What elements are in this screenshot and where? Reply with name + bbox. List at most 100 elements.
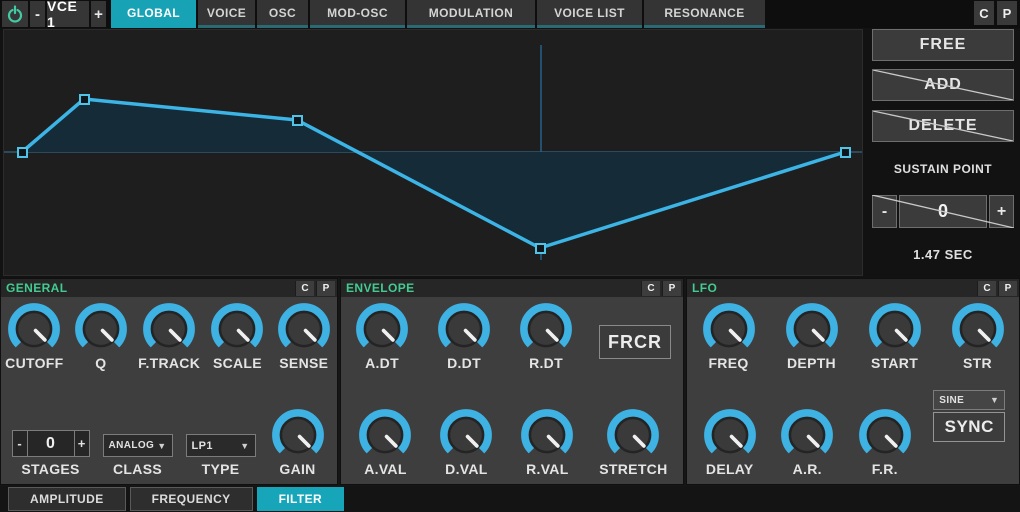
general-controls-row: - 0 + STAGES ANALOG ▼ CLASS LP1 ▼ TYPE — [1, 391, 337, 486]
copy-button[interactable]: C — [977, 281, 996, 296]
frcr-button[interactable]: FRCR — [599, 325, 671, 359]
knob-dial[interactable] — [518, 408, 576, 460]
stages-increment-button[interactable]: + — [74, 430, 90, 457]
envelope-title: ENVELOPE — [346, 281, 415, 295]
copy-button[interactable]: C — [974, 1, 994, 25]
free-button-label: FREE — [920, 36, 967, 54]
scale-knob[interactable]: SCALE — [208, 302, 266, 371]
tab-amplitude[interactable]: AMPLITUDE — [8, 487, 126, 511]
knob-dial[interactable] — [5, 302, 63, 354]
knob-dial[interactable] — [778, 408, 836, 460]
class-dropdown[interactable]: ANALOG ▼ — [103, 434, 173, 457]
delete-point-button[interactable]: DELETE — [872, 110, 1014, 142]
type-dropdown[interactable]: LP1 ▼ — [186, 434, 256, 457]
voice-increment-button[interactable]: + — [91, 1, 106, 27]
r-val-knob[interactable]: R.VAL — [518, 408, 576, 477]
knob-dial[interactable] — [275, 302, 333, 354]
a-val-knob[interactable]: A.VAL — [356, 408, 414, 477]
paste-button[interactable]: P — [316, 281, 335, 296]
sustain-decrement-button[interactable]: - — [872, 195, 897, 228]
free-button[interactable]: FREE — [872, 29, 1014, 61]
tab-resonance[interactable]: RESONANCE — [644, 0, 765, 28]
voice-label: VCE 1 — [47, 1, 89, 27]
a-dt-knob[interactable]: A.DT — [353, 302, 411, 371]
cutoff-knob[interactable]: CUTOFF — [5, 302, 63, 371]
copy-button[interactable]: C — [295, 281, 314, 296]
knob-dial[interactable] — [701, 408, 759, 460]
start-knob[interactable]: START — [866, 302, 924, 371]
add-point-button[interactable]: ADD — [872, 69, 1014, 101]
knob-dial[interactable] — [208, 302, 266, 354]
str-knob[interactable]: STR — [949, 302, 1007, 371]
envelope-editor-region: FREE ADD DELETE SUSTAIN POINT - 0 + 1.47… — [0, 28, 1020, 278]
class-label: CLASS — [113, 461, 162, 477]
gain-knob[interactable]: GAIN — [269, 408, 327, 477]
f-track-knob[interactable]: F.TRACK — [138, 302, 200, 371]
general-copy-paste-group: C P — [295, 281, 337, 296]
voice-decrement-button[interactable]: - — [30, 1, 45, 27]
envelope-point-handle[interactable] — [18, 148, 27, 157]
knob-dial[interactable] — [604, 408, 662, 460]
delay-knob[interactable]: DELAY — [701, 408, 759, 477]
sustain-increment-button[interactable]: + — [989, 195, 1014, 228]
knob-label: START — [871, 355, 918, 371]
top-bar: - VCE 1 + GLOBAL VOICE OSC MOD-OSC MODUL… — [0, 0, 1020, 28]
knob-dial[interactable] — [949, 302, 1007, 354]
d-dt-knob[interactable]: D.DT — [435, 302, 493, 371]
knob-dial[interactable] — [866, 302, 924, 354]
d-val-knob[interactable]: D.VAL — [437, 408, 495, 477]
tab-filter[interactable]: FILTER — [257, 487, 345, 511]
tab-voice-list[interactable]: VOICE LIST — [537, 0, 642, 28]
knob-dial[interactable] — [356, 408, 414, 460]
knob-dial[interactable] — [517, 302, 575, 354]
envelope-graph[interactable] — [3, 29, 863, 276]
knob-dial[interactable] — [856, 408, 914, 460]
envelope-point-handle[interactable] — [841, 148, 850, 157]
knob-dial[interactable] — [435, 302, 493, 354]
freq-knob[interactable]: FREQ — [700, 302, 758, 371]
sync-button[interactable]: SYNC — [933, 412, 1005, 442]
envelope-point-handle[interactable] — [536, 244, 545, 253]
tab-voice[interactable]: VOICE — [198, 0, 255, 28]
knob-dial[interactable] — [700, 302, 758, 354]
sense-knob[interactable]: SENSE — [275, 302, 333, 371]
lfo-waveform-dropdown[interactable]: SINE ▼ — [933, 390, 1005, 410]
paste-button[interactable]: P — [997, 1, 1017, 25]
sustain-point-stepper: - 0 + — [872, 195, 1014, 228]
depth-knob[interactable]: DEPTH — [783, 302, 841, 371]
r-dt-knob[interactable]: R.DT — [517, 302, 575, 371]
knob-dial[interactable] — [140, 302, 198, 354]
tab-modulation[interactable]: MODULATION — [407, 0, 535, 28]
knob-dial[interactable] — [269, 408, 327, 460]
envelope-point-handle[interactable] — [80, 95, 89, 104]
copy-button[interactable]: C — [641, 281, 660, 296]
power-icon — [5, 4, 25, 24]
knob-label: R.DT — [529, 355, 563, 371]
power-button[interactable] — [2, 1, 28, 27]
envelope-point-handle[interactable] — [293, 116, 302, 125]
knob-dial[interactable] — [72, 302, 130, 354]
tab-mod-osc[interactable]: MOD-OSC — [310, 0, 405, 28]
knob-dial[interactable] — [353, 302, 411, 354]
envelope-graph-svg[interactable] — [4, 30, 862, 275]
tab-frequency[interactable]: FREQUENCY — [130, 487, 253, 511]
knob-label: A.VAL — [364, 461, 406, 477]
ar-knob[interactable]: A.R. — [778, 408, 836, 477]
stages-decrement-button[interactable]: - — [12, 430, 28, 457]
section-general: GENERAL C P CUTOFF Q F.TRACK SCALE — [0, 278, 338, 485]
add-button-label: ADD — [924, 76, 962, 94]
knob-dial[interactable] — [437, 408, 495, 460]
lfo-waveform-value: SINE — [939, 395, 964, 406]
q-knob[interactable]: Q — [72, 302, 130, 371]
tab-global[interactable]: GLOBAL — [111, 0, 196, 28]
chevron-down-icon: ▼ — [990, 395, 999, 405]
tab-osc[interactable]: OSC — [257, 0, 308, 28]
knob-label: Q — [95, 355, 106, 371]
stretch-knob[interactable]: STRETCH — [599, 408, 667, 477]
knob-label: SENSE — [279, 355, 328, 371]
paste-button[interactable]: P — [662, 281, 681, 296]
paste-button[interactable]: P — [998, 281, 1017, 296]
fr-knob[interactable]: F.R. — [856, 408, 914, 477]
knob-dial[interactable] — [783, 302, 841, 354]
knob-label: CUTOFF — [5, 355, 63, 371]
